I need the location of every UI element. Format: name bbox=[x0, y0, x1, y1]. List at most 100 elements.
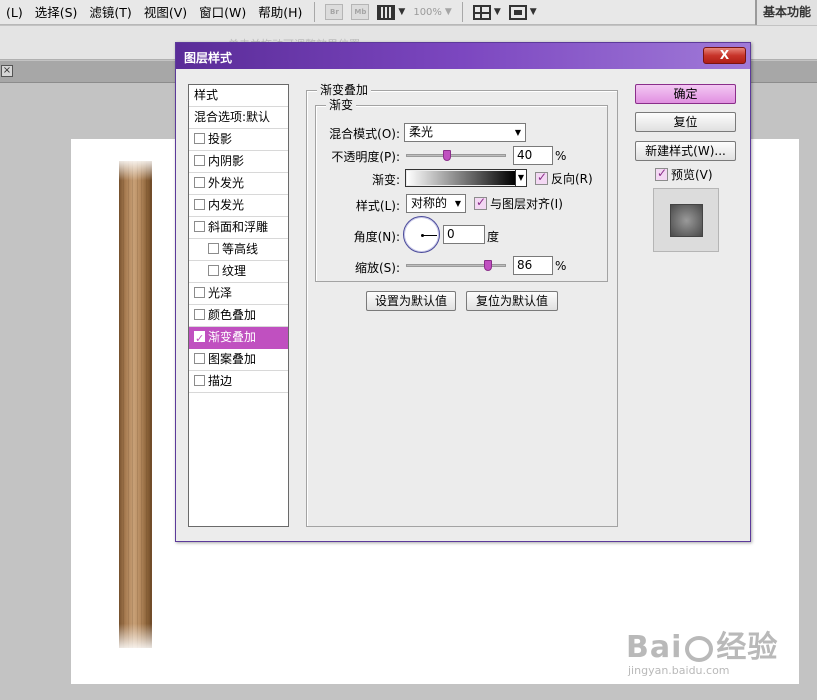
style-label: 样式(L): bbox=[355, 199, 400, 213]
toolbar-separator bbox=[314, 2, 316, 22]
style-list-item-texture[interactable]: 纹理 bbox=[189, 261, 288, 283]
opacity-label: 不透明度(P): bbox=[331, 150, 400, 164]
style-list-item-satin[interactable]: 光泽 bbox=[189, 283, 288, 305]
menu-item-layer[interactable]: (L) bbox=[0, 0, 29, 25]
style-list: 样式 混合选项:默认 投影 内阴影 外发光 内发光 斜面和浮雕 等高线 纹理 光… bbox=[188, 84, 289, 527]
scale-label: 缩放(S): bbox=[354, 261, 400, 275]
set-as-default-button[interactable]: 设置为默认值 bbox=[366, 291, 456, 311]
scale-slider[interactable] bbox=[406, 260, 506, 271]
checkbox-checked[interactable] bbox=[535, 170, 548, 185]
style-list-item-inner-glow[interactable]: 内发光 bbox=[189, 195, 288, 217]
checkbox[interactable] bbox=[208, 265, 219, 276]
style-list-item-stroke[interactable]: 描边 bbox=[189, 371, 288, 393]
chevron-down-icon: ▼ bbox=[398, 7, 406, 17]
style-list-item-drop-shadow[interactable]: 投影 bbox=[189, 129, 288, 151]
paw-icon bbox=[685, 635, 714, 662]
style-list-item-bevel-emboss[interactable]: 斜面和浮雕 bbox=[189, 217, 288, 239]
checkbox-checked[interactable] bbox=[194, 328, 205, 348]
new-style-button[interactable]: 新建样式(W)... bbox=[635, 141, 736, 161]
style-list-item-gradient-overlay[interactable]: 渐变叠加 bbox=[189, 327, 288, 349]
chevron-down-icon: ▼ bbox=[444, 7, 452, 17]
checkbox[interactable] bbox=[194, 353, 205, 364]
watermark-logo-tail: 经验 bbox=[716, 630, 779, 665]
chevron-down-icon[interactable]: ▼ bbox=[515, 170, 526, 186]
menu-item-select[interactable]: 选择(S) bbox=[29, 0, 84, 25]
chevron-down-icon: ▼ bbox=[529, 7, 537, 17]
view-extras-button[interactable]: ▼ bbox=[377, 3, 405, 21]
reset-button[interactable]: 复位 bbox=[635, 112, 736, 132]
gradient-label: 渐变: bbox=[371, 173, 400, 187]
checkbox[interactable] bbox=[194, 309, 205, 320]
angle-input[interactable]: 0 bbox=[443, 225, 485, 244]
align-with-layer-checkbox[interactable]: 与图层对齐(I) bbox=[474, 195, 563, 212]
checkbox[interactable] bbox=[208, 243, 219, 254]
gradient-legend: 渐变 bbox=[326, 98, 357, 112]
watermark-url: jingyan.baidu.com bbox=[628, 664, 730, 677]
menu-item-filter[interactable]: 滤镜(T) bbox=[83, 0, 137, 25]
style-preview bbox=[653, 188, 719, 252]
scale-input[interactable]: 86 bbox=[513, 256, 553, 275]
gradient-picker[interactable]: ▼ bbox=[405, 169, 527, 187]
style-list-item-color-overlay[interactable]: 颜色叠加 bbox=[189, 305, 288, 327]
scale-slider-thumb[interactable] bbox=[484, 260, 493, 271]
layer-style-dialog: 图层样式 X 样式 混合选项:默认 投影 内阴影 外发光 内发光 斜面和浮雕 等… bbox=[175, 42, 751, 542]
dialog-title-bar[interactable]: 图层样式 X bbox=[176, 43, 750, 69]
bridge-icon: Br bbox=[325, 4, 344, 20]
checkbox[interactable] bbox=[194, 287, 205, 298]
gradient-overlay-legend: 渐变叠加 bbox=[317, 83, 372, 97]
zoom-level: 100% bbox=[413, 6, 442, 18]
chevron-down-icon: ▼ bbox=[493, 7, 501, 17]
angle-label: 角度(N): bbox=[353, 230, 400, 244]
blend-mode-label: 混合模式(O): bbox=[329, 127, 400, 141]
close-icon[interactable]: × bbox=[1, 65, 13, 77]
mini-bridge-button[interactable]: Mb bbox=[351, 3, 370, 21]
opacity-slider-thumb[interactable] bbox=[443, 150, 451, 161]
bridge-button[interactable]: Br bbox=[325, 3, 344, 21]
mini-bridge-icon: Mb bbox=[351, 4, 370, 20]
dialog-close-button[interactable]: X bbox=[703, 47, 746, 64]
scale-percent: % bbox=[555, 259, 567, 273]
opacity-percent: % bbox=[555, 149, 567, 163]
opacity-slider[interactable] bbox=[406, 150, 506, 161]
watermark-logo: Bai 经验 bbox=[626, 632, 778, 664]
checkbox[interactable] bbox=[194, 199, 205, 210]
arrange-grid-icon bbox=[472, 4, 491, 20]
reset-to-default-button[interactable]: 复位为默认值 bbox=[466, 291, 558, 311]
film-icon bbox=[377, 4, 396, 20]
checkbox[interactable] bbox=[194, 221, 205, 232]
style-list-item-contour[interactable]: 等高线 bbox=[189, 239, 288, 261]
gradient-preview-bar[interactable] bbox=[407, 171, 515, 185]
preview-checkbox[interactable]: 预览(V) bbox=[655, 166, 713, 183]
checkbox[interactable] bbox=[194, 155, 205, 166]
menu-item-window[interactable]: 窗口(W) bbox=[193, 0, 252, 25]
style-list-header[interactable]: 样式 bbox=[189, 85, 288, 107]
checkbox[interactable] bbox=[194, 375, 205, 386]
style-preview-swatch bbox=[670, 204, 703, 237]
checkbox[interactable] bbox=[194, 177, 205, 188]
arrange-documents-button[interactable]: ▼ bbox=[472, 3, 501, 21]
ok-button[interactable]: 确定 bbox=[635, 84, 736, 104]
checkbox-checked[interactable] bbox=[474, 195, 487, 210]
style-list-item-outer-glow[interactable]: 外发光 bbox=[189, 173, 288, 195]
angle-unit: 度 bbox=[487, 230, 500, 244]
style-list-item-pattern-overlay[interactable]: 图案叠加 bbox=[189, 349, 288, 371]
screen-mode-icon bbox=[508, 4, 527, 20]
checkbox[interactable] bbox=[194, 133, 205, 144]
menu-item-view[interactable]: 视图(V) bbox=[138, 0, 193, 25]
screen-mode-button[interactable]: ▼ bbox=[508, 3, 537, 21]
style-list-item-inner-shadow[interactable]: 内阴影 bbox=[189, 151, 288, 173]
zoom-level-dropdown[interactable]: 100% ▼ bbox=[413, 3, 452, 21]
workspace-switcher-button[interactable]: 基本功能 bbox=[754, 0, 817, 25]
chevron-down-icon: ▼ bbox=[454, 199, 461, 208]
angle-dial[interactable] bbox=[403, 216, 440, 253]
dialog-title: 图层样式 bbox=[184, 51, 233, 65]
gradient-style-select[interactable]: 对称的 ▼ bbox=[406, 194, 466, 213]
style-list-blending-options[interactable]: 混合选项:默认 bbox=[189, 107, 288, 129]
checkbox-checked[interactable] bbox=[655, 166, 668, 181]
menu-item-help[interactable]: 帮助(H) bbox=[252, 0, 308, 25]
watermark-logo-text: Bai bbox=[626, 630, 683, 665]
reverse-checkbox[interactable]: 反向(R) bbox=[535, 170, 593, 187]
blend-mode-select[interactable]: 柔光 ▼ bbox=[404, 123, 526, 142]
opacity-input[interactable]: 40 bbox=[513, 146, 553, 165]
chevron-down-icon: ▼ bbox=[514, 128, 521, 137]
